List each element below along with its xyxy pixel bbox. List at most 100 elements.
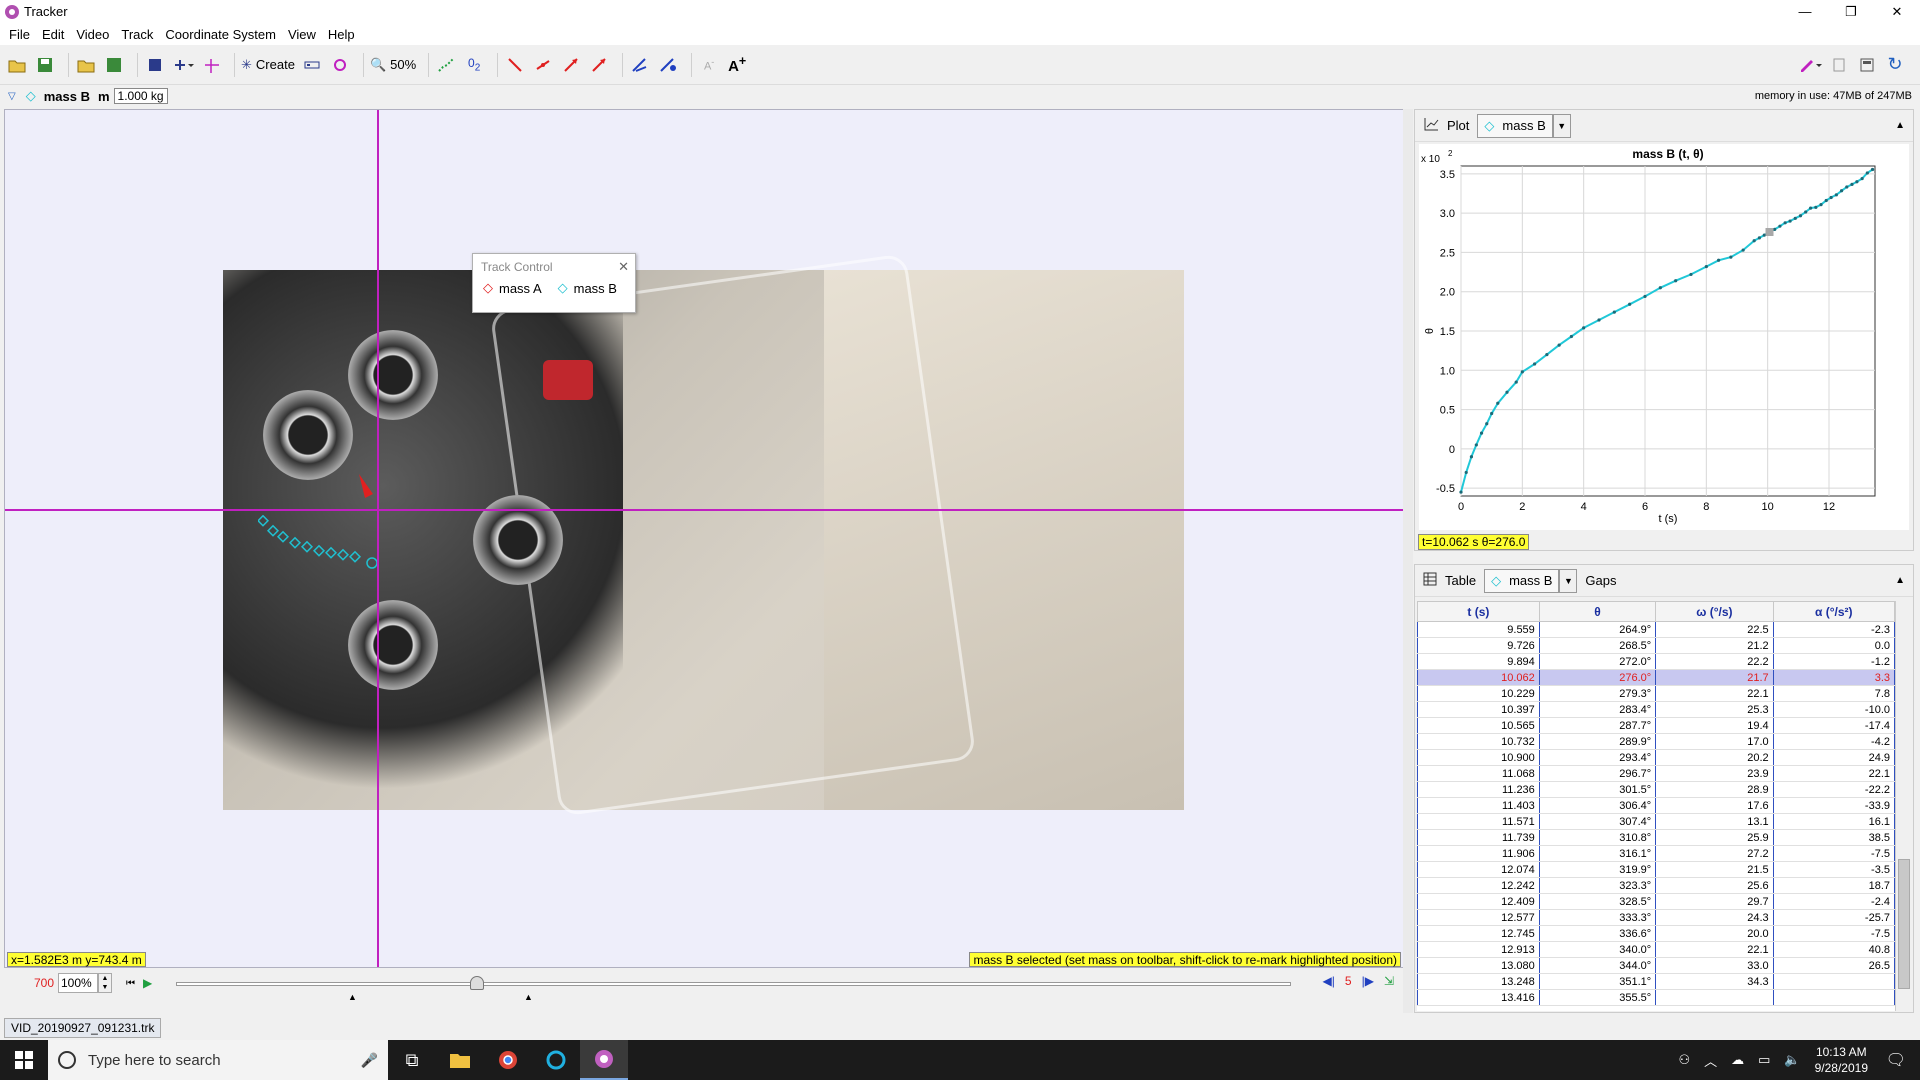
table-cell[interactable]: 13.080 <box>1417 957 1540 974</box>
table-cell[interactable]: -7.5 <box>1772 925 1895 942</box>
table-row[interactable]: 10.900 293.4° 20.2 24.9 <box>1417 749 1895 766</box>
table-cell[interactable]: 17.6 <box>1655 797 1774 814</box>
plot-collapse-icon[interactable]: ▲ <box>1895 120 1905 131</box>
table-cell[interactable]: 40.8 <box>1772 941 1895 958</box>
table-cell[interactable]: 28.9 <box>1655 781 1774 798</box>
column-header-omega[interactable]: ω (°/s) <box>1655 601 1774 622</box>
table-cell[interactable]: 11.739 <box>1417 829 1540 846</box>
table-cell[interactable]: 310.8° <box>1538 829 1657 846</box>
slider-knob[interactable] <box>470 976 484 990</box>
onedrive-icon[interactable]: ☁ <box>1731 1052 1744 1068</box>
zoom-button[interactable]: 🔍 50% <box>370 52 416 78</box>
table-row[interactable]: 11.571 307.4° 13.1 16.1 <box>1417 813 1895 830</box>
tracker-taskbar-icon[interactable] <box>532 1040 580 1080</box>
table-dropdown-icon[interactable]: ▼ <box>1559 568 1578 593</box>
track-menu-icon[interactable]: ▽ <box>8 91 16 102</box>
table-cell[interactable]: 12.913 <box>1417 941 1540 958</box>
table-cell[interactable]: -22.2 <box>1772 781 1895 798</box>
microphone-icon[interactable]: 🎤 <box>361 1052 378 1069</box>
table-cell[interactable]: 10.732 <box>1417 733 1540 750</box>
table-cell[interactable]: 22.2 <box>1655 653 1774 670</box>
table-row[interactable]: 12.409 328.5° 29.7 -2.4 <box>1417 893 1895 910</box>
table-cell[interactable]: 20.0 <box>1655 925 1774 942</box>
table-row[interactable]: 10.565 287.7° 19.4 -17.4 <box>1417 717 1895 734</box>
line-tool-icon[interactable] <box>504 52 526 78</box>
table-cell[interactable]: 0.0 <box>1772 637 1895 654</box>
table-cell[interactable]: 17.0 <box>1655 733 1774 750</box>
table-row[interactable]: 9.894 272.0° 22.2 -1.2 <box>1417 653 1895 670</box>
calibration-tools-icon[interactable] <box>172 52 194 78</box>
table-cell[interactable]: -2.4 <box>1772 893 1895 910</box>
table-row[interactable]: 12.577 333.3° 24.3 -25.7 <box>1417 909 1895 926</box>
file-tab[interactable]: VID_20190927_091231.trk <box>4 1018 162 1038</box>
table-row[interactable]: 10.229 279.3° 22.1 7.8 <box>1417 685 1895 702</box>
table-cell[interactable]: 9.726 <box>1417 637 1540 654</box>
volume-icon[interactable]: 🔈 <box>1784 1052 1800 1068</box>
restore-button[interactable]: ❐ <box>1828 0 1874 23</box>
table-cell[interactable]: 22.1 <box>1655 685 1774 702</box>
column-header-t[interactable]: t (s) <box>1417 601 1540 622</box>
video-viewer[interactable]: Track Control ✕ ◇ mass A ◇ mass B x=1.582… <box>4 109 1404 968</box>
table-row[interactable]: 11.403 306.4° 17.6 -33.9 <box>1417 797 1895 814</box>
table-cell[interactable]: 7.8 <box>1772 685 1895 702</box>
table-cell[interactable]: -7.5 <box>1772 845 1895 862</box>
trails-icon[interactable] <box>435 52 457 78</box>
table-cell[interactable]: 19.4 <box>1655 717 1774 734</box>
table-cell[interactable]: -3.5 <box>1772 861 1895 878</box>
table-row[interactable]: 11.236 301.5° 28.9 -22.2 <box>1417 781 1895 798</box>
table-cell[interactable]: 25.6 <box>1655 877 1774 894</box>
table-cell[interactable]: 18.7 <box>1772 877 1895 894</box>
velocity-tool-icon[interactable] <box>560 52 582 78</box>
table-cell[interactable]: 12.409 <box>1417 893 1540 910</box>
position-tool-icon[interactable] <box>532 52 554 78</box>
table-row[interactable]: 13.080 344.0° 33.0 26.5 <box>1417 957 1895 974</box>
plot-chart[interactable]: 0 2 4 6 8 10 12-0.500.51.01.52.02.53.03.5mass … <box>1419 144 1909 530</box>
table-row[interactable]: 13.248 351.1° 34.3 <box>1417 973 1895 990</box>
table-cell[interactable]: 279.3° <box>1538 685 1657 702</box>
pencil-drawing-icon[interactable] <box>1798 52 1822 78</box>
table-row[interactable]: 12.745 336.6° 20.0 -7.5 <box>1417 925 1895 942</box>
table-cell[interactable]: -2.3 <box>1772 621 1895 638</box>
table-cell[interactable]: 328.5° <box>1538 893 1657 910</box>
chrome-icon[interactable] <box>484 1040 532 1080</box>
table-cell[interactable]: 283.4° <box>1538 701 1657 718</box>
table-cell[interactable]: 355.5° <box>1538 989 1657 1006</box>
table-cell[interactable]: 340.0° <box>1538 941 1657 958</box>
x-axis-line[interactable] <box>5 509 1403 511</box>
show-hidden-icons[interactable]: ︿ <box>1704 1051 1717 1070</box>
video-frame[interactable] <box>223 253 1184 817</box>
table-cell[interactable]: -25.7 <box>1772 909 1895 926</box>
step-back-icon[interactable]: ◀| <box>1323 974 1335 988</box>
table-cell[interactable]: 20.2 <box>1655 749 1774 766</box>
table-cell[interactable]: 10.397 <box>1417 701 1540 718</box>
plot-dropdown-icon[interactable]: ▼ <box>1552 113 1571 138</box>
windows-start-icon[interactable] <box>0 1040 48 1080</box>
table-row[interactable]: 11.068 296.7° 23.9 22.1 <box>1417 765 1895 782</box>
menu-coordinate-system[interactable]: Coordinate System <box>159 27 282 42</box>
mass-field[interactable]: 1.000 kg <box>113 88 168 104</box>
table-cell[interactable]: 38.5 <box>1772 829 1895 846</box>
font-larger-icon[interactable]: A+ <box>726 52 748 78</box>
table-cell[interactable] <box>1772 989 1895 1006</box>
notes-icon[interactable] <box>1828 52 1850 78</box>
table-cell[interactable]: 27.2 <box>1655 845 1774 862</box>
action-center-icon[interactable]: 🗨 <box>1886 1050 1906 1070</box>
table-cell[interactable]: 25.3 <box>1655 701 1774 718</box>
table-cell[interactable]: 10.565 <box>1417 717 1540 734</box>
minimize-button[interactable]: — <box>1782 0 1828 23</box>
clip-settings-icon[interactable] <box>144 52 166 78</box>
table-cell[interactable]: 29.7 <box>1655 893 1774 910</box>
open-icon[interactable] <box>6 52 28 78</box>
rate-field[interactable]: 100% <box>58 973 98 993</box>
play-icon[interactable]: ▶ <box>143 976 152 990</box>
table-scrollbar[interactable] <box>1895 601 1911 1011</box>
acceleration-tool-icon[interactable] <box>588 52 610 78</box>
table-cell[interactable]: 289.9° <box>1538 733 1657 750</box>
table-cell[interactable]: 13.248 <box>1417 973 1540 990</box>
table-row[interactable]: 9.559 264.9° 22.5 -2.3 <box>1417 621 1895 638</box>
table-cell[interactable]: -17.4 <box>1772 717 1895 734</box>
table-row[interactable]: 11.739 310.8° 25.9 38.5 <box>1417 829 1895 846</box>
menu-help[interactable]: Help <box>322 27 361 42</box>
table-cell[interactable]: 21.7 <box>1655 669 1774 686</box>
table-cell[interactable]: 10.900 <box>1417 749 1540 766</box>
